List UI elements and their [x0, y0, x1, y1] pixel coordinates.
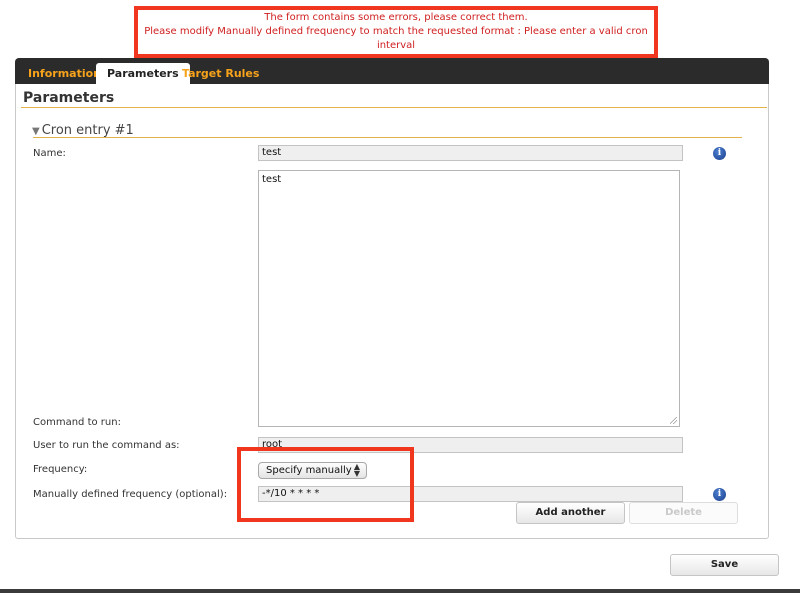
command-textarea[interactable]: test	[258, 170, 680, 427]
user-label: User to run the command as:	[33, 440, 180, 451]
command-text: test	[262, 174, 282, 185]
panel-title: Parameters	[23, 90, 115, 106]
error-line-1: The form contains some errors, please co…	[264, 12, 528, 23]
resize-handle[interactable]	[670, 417, 677, 424]
frequency-selected-value: Specify manually	[266, 465, 352, 476]
add-another-button[interactable]: Add another	[516, 502, 625, 524]
save-button[interactable]: Save	[670, 554, 779, 576]
section-divider	[33, 137, 742, 138]
bottom-bar	[0, 589, 800, 593]
select-arrows-icon: ▲ ▼	[353, 462, 360, 478]
frequency-label: Frequency:	[33, 464, 88, 475]
cron-entry-header[interactable]: ▼ Cron entry #1	[32, 123, 134, 138]
name-label: Name:	[33, 148, 66, 159]
panel-divider	[21, 107, 767, 108]
tab-bar: Information Parameters Target Rules	[15, 58, 769, 84]
manual-frequency-input[interactable]: -*/10 * * * *	[258, 486, 683, 502]
info-icon[interactable]: i	[713, 147, 726, 160]
parameters-panel: Parameters ▼ Cron entry #1 Name: test i t…	[15, 84, 769, 539]
info-icon[interactable]: i	[713, 488, 726, 501]
frequency-select[interactable]: Specify manually ▲ ▼	[258, 462, 367, 479]
command-label: Command to run:	[33, 417, 121, 428]
delete-button[interactable]: Delete	[629, 502, 738, 524]
section-title: Cron entry #1	[41, 123, 134, 138]
manual-frequency-label: Manually defined frequency (optional):	[33, 489, 228, 500]
error-message-box: The form contains some errors, please co…	[134, 6, 658, 58]
triangle-down-icon[interactable]: ▼	[32, 126, 40, 137]
user-input[interactable]: root	[258, 437, 683, 453]
error-line-2: Please modify Manually defined frequency…	[144, 26, 648, 51]
tab-parameters[interactable]: Parameters	[96, 63, 190, 84]
tab-information[interactable]: Information	[28, 63, 101, 84]
name-input[interactable]: test	[258, 145, 683, 161]
tab-target-rules[interactable]: Target Rules	[182, 63, 259, 84]
